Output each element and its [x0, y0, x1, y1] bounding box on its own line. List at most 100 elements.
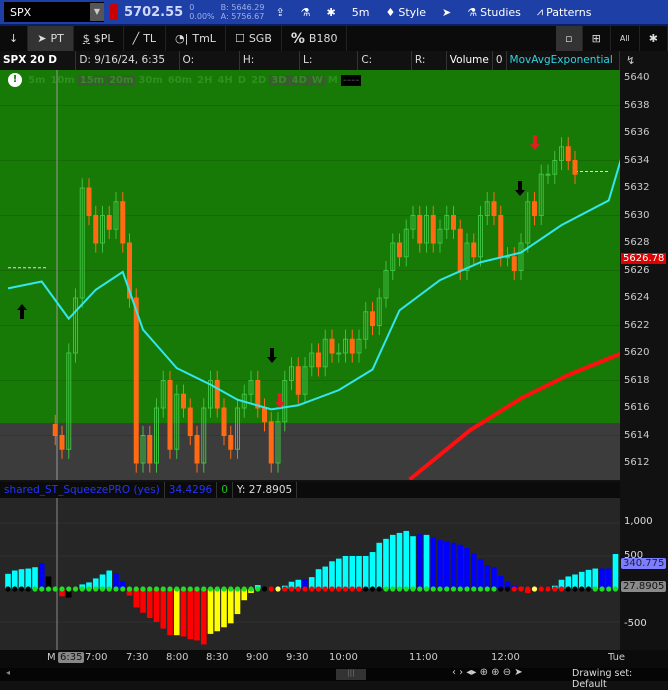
settings-gear-icon[interactable]: ✱	[640, 26, 668, 51]
squeeze-dot	[241, 586, 247, 592]
squeeze-dot	[376, 586, 382, 592]
timeframe-0[interactable]: 5m	[26, 75, 47, 86]
sgb-label: SGB	[248, 32, 272, 45]
last-price: 5702.55	[124, 4, 184, 20]
price-chart[interactable]	[0, 70, 620, 480]
squeeze-dot	[153, 586, 160, 592]
price-tick: 5618	[624, 374, 650, 386]
timeframe-10[interactable]: 3D	[269, 74, 289, 86]
sgb-tool[interactable]: ☐ SGB	[226, 26, 282, 51]
squeeze-histogram[interactable]	[0, 498, 620, 650]
squeeze-dot	[342, 586, 349, 592]
drawing-set-label[interactable]: Drawing set: Default	[572, 668, 668, 690]
alert-icon[interactable]	[110, 4, 118, 20]
pointer-tool[interactable]: ➤ PT	[28, 26, 74, 51]
pin-icon[interactable]: ↓	[0, 26, 29, 51]
chevron-down-icon[interactable]: ▼	[90, 3, 104, 21]
timeframe-5[interactable]: 60m	[166, 75, 194, 86]
squeeze-dot	[612, 586, 619, 592]
timeframe-9[interactable]: 2D	[249, 75, 268, 86]
candle-body	[181, 393, 186, 409]
trendline-tool[interactable]: ╱ TL	[124, 26, 167, 51]
squeeze-dot	[349, 586, 355, 592]
timeframe-12[interactable]: W	[309, 74, 325, 86]
price-axis[interactable]: ↯ 5640 5638 5636 5634 5632 5630 5628 5626 5624 56…	[620, 51, 668, 481]
single-layout-button[interactable]: ▫	[556, 26, 583, 51]
time-tick: 9:30	[286, 652, 309, 663]
squeeze-dot	[511, 586, 517, 592]
timeframe-13[interactable]: M	[326, 75, 340, 86]
cursor-button[interactable]: ➤	[437, 6, 456, 19]
timeframe-1[interactable]: 10m	[48, 75, 76, 86]
candle-body	[59, 435, 65, 450]
timeline-tool[interactable]: ◔| TmL	[166, 26, 226, 51]
candle-body	[545, 173, 551, 176]
symbol-input[interactable]: SPX ▼	[4, 2, 104, 22]
timeframe-bar: ! 5m 10m 15m 20m 30m 60m 2H 4H D 2D 3D 4D W M ----	[8, 73, 362, 87]
patterns-button[interactable]: ⩘ Patterns	[532, 5, 597, 19]
squeeze-dot	[201, 586, 207, 592]
flask-icon[interactable]: ⚗	[296, 6, 316, 19]
interval-button[interactable]: 5m	[347, 6, 375, 19]
percent-icon: %	[290, 30, 305, 47]
style-button[interactable]: ♦ Style	[380, 6, 431, 19]
histogram-bar	[430, 537, 437, 589]
candle-body	[329, 338, 335, 354]
zoom-controls[interactable]: ‹ › ◂▸ ⊕ ⊕ ⊖ ➤	[452, 667, 523, 678]
candle-body	[93, 215, 99, 244]
price-level-tool[interactable]: $ $PL	[74, 26, 124, 51]
timeframe-4[interactable]: 30m	[136, 75, 164, 86]
timeframe-14[interactable]: ----	[340, 74, 362, 86]
indicator-zero: 0	[217, 482, 233, 498]
scrollbar-row: ◂ ||| ‹ › ◂▸ ⊕ ⊕ ⊖ ➤ Drawing set: Defaul…	[0, 667, 668, 690]
indicator-name[interactable]: shared_ST_SqueezePRO (yes)	[0, 482, 165, 498]
study-label[interactable]: MovAvgExponential ...	[507, 51, 621, 85]
squeeze-dot	[457, 586, 463, 592]
squeeze-dot	[52, 586, 58, 592]
squeeze-dot	[599, 586, 605, 592]
candle-body	[221, 407, 227, 436]
squeeze-dot	[228, 586, 234, 592]
gear-icon[interactable]: ✱	[322, 6, 341, 19]
scroll-left-icon[interactable]: ◂	[6, 668, 10, 677]
candle-body	[511, 256, 517, 271]
scrollbar-thumb[interactable]: |||	[336, 669, 366, 680]
time-tick: Tue	[608, 652, 626, 663]
squeeze-dot	[606, 586, 612, 592]
value-label-27: 27.8905	[621, 581, 667, 592]
price-tick: 5638	[624, 99, 650, 111]
all-button[interactable]: All	[611, 26, 640, 51]
squeeze-dot	[39, 586, 45, 592]
last-price-label: 5626.78	[621, 252, 667, 264]
grid-layout-button[interactable]: ⊞	[583, 26, 611, 51]
candle-body	[336, 352, 342, 355]
timeframe-11[interactable]: 4D	[289, 74, 309, 86]
squeeze-dot	[450, 586, 457, 592]
candle-body	[295, 366, 301, 395]
histogram-bar	[450, 542, 457, 589]
price-tick: 5636	[624, 127, 650, 138]
drawing-toggle-icon[interactable]: ↯	[626, 54, 635, 67]
timeframe-7[interactable]: 4H	[215, 75, 234, 86]
squeeze-dot	[66, 586, 72, 592]
squeeze-dot	[79, 586, 85, 592]
bar-low: L: 5613.07	[300, 51, 359, 85]
symbol-text: SPX	[10, 5, 32, 19]
timeframe-2[interactable]: 15m	[77, 74, 107, 86]
squeeze-dot	[322, 586, 328, 592]
timeframe-3[interactable]: 20m	[107, 74, 136, 86]
studies-button[interactable]: ⚗ Studies	[462, 6, 526, 19]
timeframe-6[interactable]: 2H	[195, 75, 214, 86]
day-marker: M	[47, 652, 56, 663]
time-tick: 8:00	[166, 652, 189, 663]
timeframe-8[interactable]: D	[236, 75, 248, 86]
histogram-bar	[349, 556, 356, 589]
alert-circle-icon[interactable]: !	[8, 73, 22, 87]
histogram-bar	[194, 589, 200, 641]
b180-tool[interactable]: % B180	[282, 26, 348, 51]
squeeze-dot	[174, 586, 180, 592]
share-icon[interactable]: ⇪	[270, 6, 289, 19]
histogram-bar	[106, 570, 113, 589]
candle-body	[498, 215, 504, 258]
squeeze-dot	[194, 586, 200, 592]
